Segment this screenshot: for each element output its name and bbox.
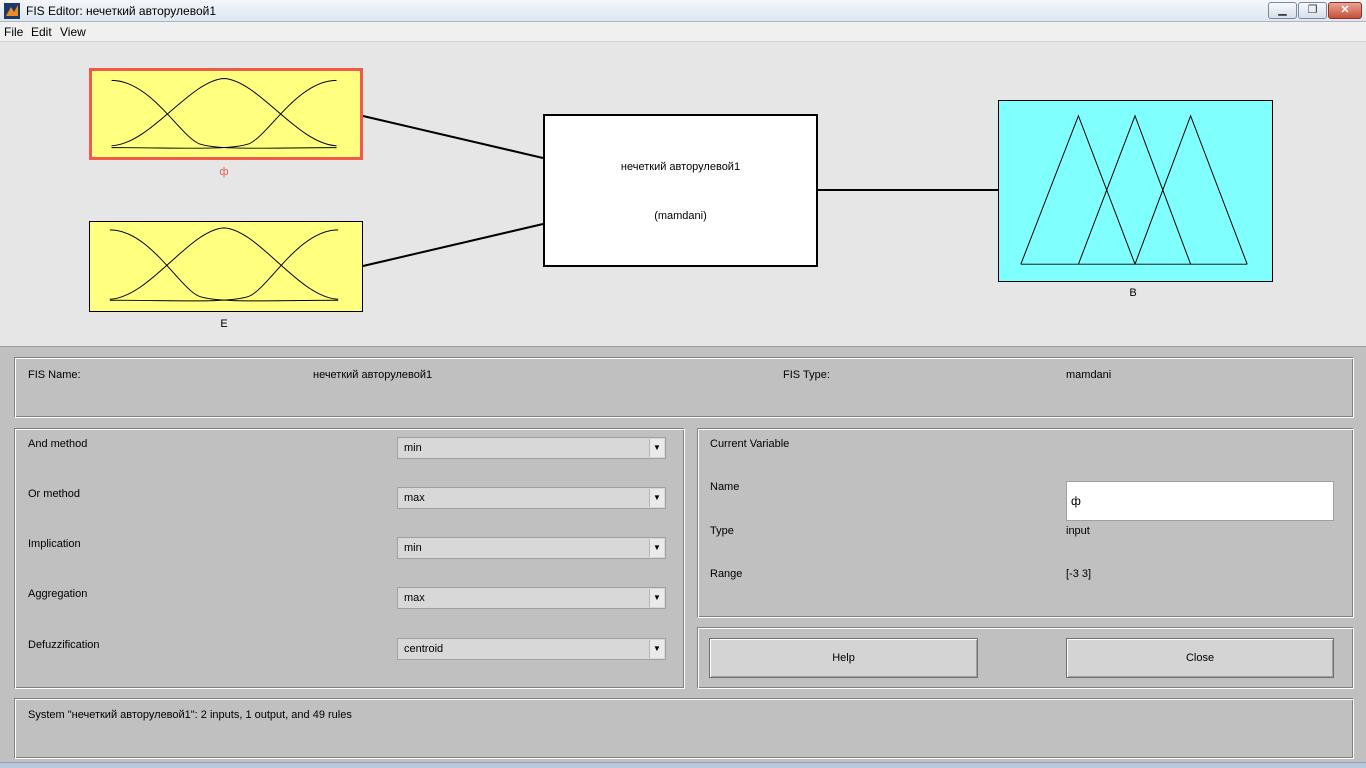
variable-range-value: [-3 3] (1066, 568, 1092, 580)
or-method-label: Or method (28, 488, 80, 500)
chevron-down-icon: ▼ (649, 589, 664, 607)
variable-type-value: input (1066, 525, 1090, 537)
current-variable-panel (697, 428, 1354, 618)
matlab-icon (4, 3, 20, 19)
fis-name-label: FIS Name: (28, 369, 81, 381)
input-variable-box-phi[interactable] (89, 68, 363, 160)
or-method-select[interactable]: max ▼ (397, 487, 666, 509)
current-variable-title: Current Variable (710, 438, 790, 450)
chevron-down-icon: ▼ (649, 439, 664, 457)
menu-edit[interactable]: Edit (31, 25, 52, 39)
input-label-e: E (220, 318, 228, 330)
defuzzification-select[interactable]: centroid ▼ (397, 638, 666, 660)
menu-bar: File Edit View (0, 22, 1366, 42)
implication-value: min (404, 542, 422, 554)
menu-view[interactable]: View (60, 25, 86, 39)
output-variable-box-b[interactable] (998, 100, 1273, 282)
fis-system-box[interactable]: нечеткий авторулевой1 (mamdani) (543, 114, 818, 267)
or-method-value: max (404, 492, 425, 504)
minimize-button[interactable]: ▁ (1268, 2, 1297, 19)
chevron-down-icon: ▼ (649, 539, 664, 557)
fis-info-panel (14, 357, 1354, 418)
fis-name-value: нечеткий авторулевой1 (313, 369, 433, 381)
and-method-select[interactable]: min ▼ (397, 437, 666, 459)
gaussian-mf-plot (111, 78, 337, 149)
maximize-button[interactable]: ❐ (1298, 2, 1327, 19)
status-panel (14, 698, 1354, 759)
implication-label: Implication (28, 538, 81, 550)
help-button[interactable]: Help (709, 638, 978, 678)
close-button[interactable]: Close (1066, 638, 1334, 678)
defuzzification-label: Defuzzification (28, 639, 100, 651)
fis-box-type: (mamdani) (654, 210, 707, 222)
variable-type-label: Type (710, 525, 734, 537)
aggregation-select[interactable]: max ▼ (397, 587, 666, 609)
menu-file[interactable]: File (4, 25, 23, 39)
input-variable-box-e[interactable] (89, 221, 363, 312)
aggregation-value: max (404, 592, 425, 604)
and-method-value: min (404, 442, 422, 454)
chevron-down-icon: ▼ (649, 489, 664, 507)
implication-select[interactable]: min ▼ (397, 537, 666, 559)
variable-range-label: Range (710, 568, 743, 580)
input-label-phi: ф (219, 166, 229, 178)
triangular-mf-plot (1020, 114, 1248, 265)
window-title: FIS Editor: нечеткий авторулевой1 (26, 4, 216, 18)
fis-box-name: нечеткий авторулевой1 (620, 161, 741, 173)
variable-name-label: Name (710, 481, 740, 493)
chevron-down-icon: ▼ (649, 640, 664, 658)
output-label-b: B (1129, 287, 1137, 299)
fis-type-label: FIS Type: (783, 369, 830, 381)
aggregation-label: Aggregation (28, 588, 88, 600)
fis-type-value: mamdani (1066, 369, 1112, 381)
variable-name-field[interactable] (1066, 481, 1334, 521)
title-bar: FIS Editor: нечеткий авторулевой1 ▁ ❐ ✕ (0, 0, 1366, 22)
gaussian-mf-plot (109, 227, 339, 302)
close-window-button[interactable]: ✕ (1328, 2, 1362, 19)
and-method-label: And method (28, 438, 88, 450)
defuzzification-value: centroid (404, 643, 444, 655)
taskbar-edge (0, 762, 1366, 768)
status-text: System "нечеткий авторулевой1": 2 inputs… (28, 709, 352, 721)
